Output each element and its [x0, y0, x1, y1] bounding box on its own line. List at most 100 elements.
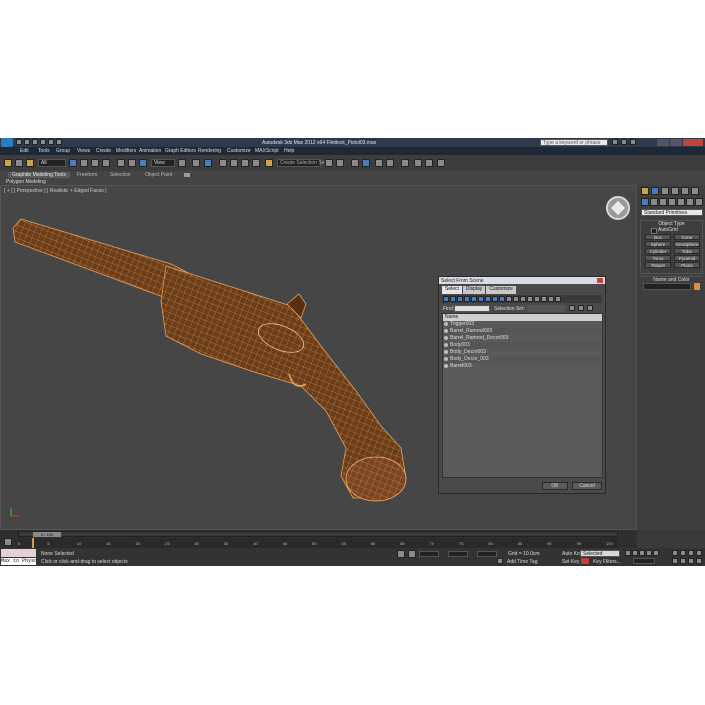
menu-tools[interactable]: Tools: [38, 148, 50, 154]
y-coord-field[interactable]: [448, 551, 468, 557]
menu-animation[interactable]: Animation: [139, 148, 161, 154]
named-selection-dropdown[interactable]: Create Selection Se: [277, 159, 324, 167]
name-color-header[interactable]: Name and Color: [640, 276, 703, 283]
cone-button[interactable]: Cone: [674, 234, 700, 240]
maximize-button[interactable]: [670, 139, 682, 146]
add-time-tag[interactable]: Add Time Tag: [507, 559, 537, 565]
plane-button[interactable]: Plane: [674, 262, 700, 268]
utilities-tab-icon[interactable]: [691, 187, 699, 195]
mirror-icon[interactable]: [325, 159, 333, 167]
filter-bones-icon[interactable]: [499, 296, 505, 302]
next-frame-icon[interactable]: [646, 550, 652, 556]
cylinder-button[interactable]: Cylinder: [645, 248, 671, 254]
menu-edit[interactable]: Edit: [20, 148, 29, 154]
select-object-icon[interactable]: [69, 159, 77, 167]
list-item[interactable]: Trigger003: [443, 321, 602, 328]
angle-snap-icon[interactable]: [230, 159, 238, 167]
field-of-view-icon[interactable]: [672, 558, 678, 564]
window-crossing-icon[interactable]: [102, 159, 110, 167]
filter-shapes-icon[interactable]: [450, 296, 456, 302]
modify-tab-icon[interactable]: [651, 187, 659, 195]
z-coord-field[interactable]: [477, 551, 497, 557]
play-icon[interactable]: [639, 550, 645, 556]
zoom-icon[interactable]: [672, 550, 678, 556]
column-header-name[interactable]: Name: [443, 314, 602, 321]
filter-lights-icon[interactable]: [457, 296, 463, 302]
menu-group[interactable]: Group: [56, 148, 70, 154]
ribbon-tab-selection[interactable]: Selection: [110, 172, 131, 178]
list-item[interactable]: Body_Decor_003: [443, 356, 602, 363]
find-options-icon[interactable]: [578, 305, 584, 311]
cameras-icon[interactable]: [668, 198, 676, 206]
binoculars-icon[interactable]: [612, 139, 618, 145]
box-button[interactable]: Box: [645, 234, 671, 240]
rotate-icon[interactable]: [128, 159, 136, 167]
list-item[interactable]: Barrel_Ramrod003: [443, 328, 602, 335]
frame-display[interactable]: 0 / 100: [33, 532, 61, 537]
find-case-icon[interactable]: [587, 305, 593, 311]
perspective-viewport[interactable]: [ + ] [ Perspective ] [ Realistic + Edge…: [0, 185, 637, 530]
filter-cameras-icon[interactable]: [464, 296, 470, 302]
display-all-icon[interactable]: [506, 296, 512, 302]
menu-help[interactable]: Help: [284, 148, 294, 154]
curve-editor-icon[interactable]: [375, 159, 383, 167]
sphere-button[interactable]: Sphere: [645, 241, 671, 247]
rectangle-selection-icon[interactable]: [91, 159, 99, 167]
snaps-toggle-icon[interactable]: [219, 159, 227, 167]
menu-graph-editors[interactable]: Graph Editors: [165, 148, 196, 154]
tab-select[interactable]: Select: [442, 286, 462, 294]
select-dependents-icon[interactable]: [541, 296, 547, 302]
undo-icon[interactable]: [40, 139, 46, 145]
key-mode-dropdown[interactable]: Selected: [580, 550, 620, 557]
systems-icon[interactable]: [695, 198, 703, 206]
keyboard-shortcut-icon[interactable]: [204, 159, 212, 167]
previous-frame-icon[interactable]: [632, 550, 638, 556]
motion-tab-icon[interactable]: [671, 187, 679, 195]
tube-button[interactable]: Tube: [674, 248, 700, 254]
ribbon-options-icon[interactable]: [184, 173, 190, 177]
geometry-icon[interactable]: [641, 198, 649, 206]
pan-icon[interactable]: [680, 558, 686, 564]
menu-modifiers[interactable]: Modifiers: [116, 148, 136, 154]
spacewarps-icon[interactable]: [686, 198, 694, 206]
mini-curve-editor-icon[interactable]: [4, 538, 12, 546]
ribbon-tab-graphite[interactable]: Graphite Modeling Tools: [8, 172, 70, 178]
app-logo-icon[interactable]: [1, 138, 13, 147]
maxscript-listener[interactable]: Max to Physc: [1, 558, 37, 565]
tab-display[interactable]: Display: [462, 286, 486, 294]
manage-sets-icon[interactable]: [569, 305, 575, 311]
display-tab-icon[interactable]: [681, 187, 689, 195]
list-item[interactable]: Body003: [443, 342, 602, 349]
rendered-frame-icon[interactable]: [425, 159, 433, 167]
key-icon[interactable]: [581, 558, 589, 564]
create-tab-icon[interactable]: [641, 187, 649, 195]
move-icon[interactable]: [117, 159, 125, 167]
cancel-button[interactable]: Cancel: [572, 482, 602, 490]
select-manipulate-icon[interactable]: [192, 159, 200, 167]
redo-icon[interactable]: [48, 139, 54, 145]
graphite-toggle-icon[interactable]: [362, 159, 370, 167]
bind-space-warp-icon[interactable]: [26, 159, 34, 167]
x-coord-field[interactable]: [419, 551, 439, 557]
save-icon[interactable]: [32, 139, 38, 145]
go-to-start-icon[interactable]: [625, 550, 631, 556]
time-slider-track[interactable]: 0 / 100: [18, 531, 618, 537]
geosphere-button[interactable]: GeoSphere: [674, 241, 700, 247]
list-item[interactable]: Barrel_Ramrod_Decor003: [443, 335, 602, 342]
display-none-icon[interactable]: [513, 296, 519, 302]
menu-rendering[interactable]: Rendering: [198, 148, 221, 154]
absolute-mode-icon[interactable]: [408, 550, 416, 558]
find-input[interactable]: [454, 305, 490, 312]
go-to-end-icon[interactable]: [653, 550, 659, 556]
set-key-button[interactable]: Set Key: [562, 559, 580, 565]
hold-icon[interactable]: [56, 139, 62, 145]
reference-coordinate-dropdown[interactable]: View: [151, 159, 175, 167]
selection-set-dropdown[interactable]: [527, 305, 565, 312]
menu-customize[interactable]: Customize: [227, 148, 251, 154]
zoom-all-icon[interactable]: [680, 550, 686, 556]
filter-helpers-icon[interactable]: [471, 296, 477, 302]
menu-maxscript[interactable]: MAXScript: [255, 148, 279, 154]
zoom-extents-icon[interactable]: [688, 550, 694, 556]
teapot-button[interactable]: Teapot: [645, 262, 671, 268]
layer-manager-icon[interactable]: [351, 159, 359, 167]
